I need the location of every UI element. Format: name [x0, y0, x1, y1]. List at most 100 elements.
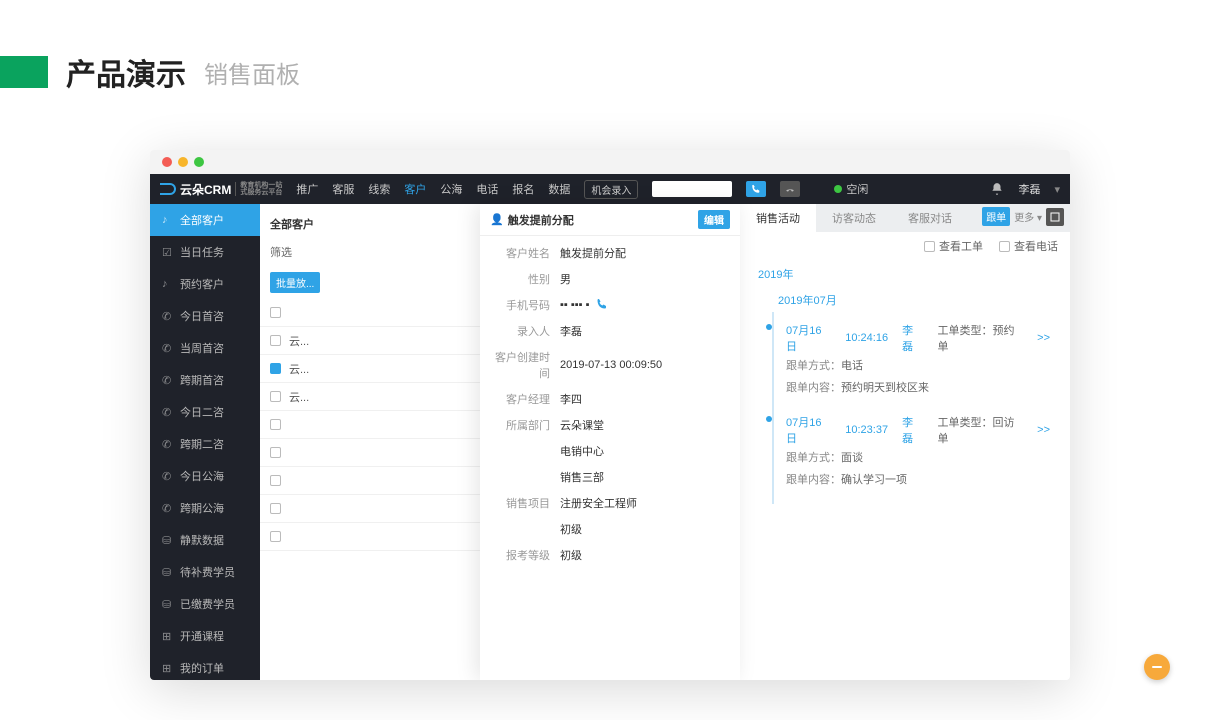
browser-window: 云朵CRM 教育机构一站式服务云平台 推广客服线索客户公海电话报名数据 机会录入… [150, 150, 1070, 680]
nav-item[interactable]: 数据 [548, 181, 570, 197]
status-indicator[interactable]: 空闲 [834, 181, 868, 197]
logo-icon [160, 183, 176, 195]
table-row[interactable] [260, 439, 480, 467]
row-checkbox[interactable] [270, 447, 281, 458]
card-expand-button[interactable]: >> [1037, 424, 1050, 436]
table-row[interactable] [260, 523, 480, 551]
sidebar-item[interactable]: ⛁待补费学员 [150, 556, 260, 588]
detail-value: 2019-07-13 00:09:50 [560, 349, 730, 381]
filter-ticket[interactable]: 查看工单 [924, 238, 983, 254]
bell-icon[interactable] [990, 182, 1004, 196]
sidebar-item[interactable]: ⛁静默数据 [150, 524, 260, 556]
slide-title: 产品演示 [66, 50, 186, 94]
nav-item[interactable]: 电话 [476, 181, 498, 197]
row-checkbox[interactable] [270, 363, 281, 374]
card-expand-button[interactable]: >> [1037, 332, 1050, 344]
sidebar-item[interactable]: ✆今日首咨 [150, 300, 260, 332]
maximize-icon[interactable] [194, 157, 204, 167]
detail-value: ▪▪ ▪▪▪ ▪ [560, 297, 730, 313]
sidebar-item[interactable]: ✆当周首咨 [150, 332, 260, 364]
list-filter-label[interactable]: 筛选 [260, 238, 480, 266]
detail-value: 注册安全工程师 [560, 495, 730, 511]
search-input[interactable] [652, 181, 732, 197]
call-button[interactable] [746, 181, 766, 197]
table-row[interactable] [260, 495, 480, 523]
opportunity-button[interactable]: 机会录入 [584, 180, 638, 199]
nav-item[interactable]: 公海 [440, 181, 462, 197]
activity-tab[interactable]: 访客动态 [816, 204, 892, 232]
activity-card: 07月16日10:24:16李磊工单类型：预约单>>跟单方式：电话跟单内容：预约… [786, 316, 1050, 408]
table-row[interactable]: 云... [260, 327, 480, 355]
table-row[interactable] [260, 411, 480, 439]
row-checkbox[interactable] [270, 475, 281, 486]
nav-item[interactable]: 线索 [368, 181, 390, 197]
sidebar-item[interactable]: ✆跨期公海 [150, 492, 260, 524]
user-dropdown-icon[interactable]: ▾ [1054, 183, 1060, 196]
customer-detail-panel: 👤 触发提前分配 编辑 客户姓名触发提前分配性别男手机号码▪▪ ▪▪▪ ▪录入人… [480, 204, 740, 680]
sidebar-item-icon: ✆ [162, 470, 174, 483]
nav-items: 推广客服线索客户公海电话报名数据 [296, 181, 570, 197]
sidebar-item-icon: ☑ [162, 246, 174, 259]
accent-bar [0, 56, 48, 88]
hangup-button[interactable] [780, 181, 800, 197]
edit-button[interactable]: 编辑 [698, 210, 730, 229]
sidebar-item[interactable]: ☑当日任务 [150, 236, 260, 268]
activity-tab[interactable]: 客服对话 [892, 204, 968, 232]
detail-row: 电销中心 [490, 438, 730, 464]
batch-button[interactable]: 批量放... [270, 272, 320, 293]
more-button[interactable]: 更多 ▾ [1014, 209, 1042, 224]
logo[interactable]: 云朵CRM 教育机构一站式服务云平台 [160, 181, 282, 198]
sidebar-item[interactable]: ✆今日公海 [150, 460, 260, 492]
fab-minus-button[interactable] [1144, 654, 1170, 680]
timeline: 07月16日10:24:16李磊工单类型：预约单>>跟单方式：电话跟单内容：预约… [740, 312, 1070, 504]
filter-call[interactable]: 查看电话 [999, 238, 1058, 254]
detail-value: 李四 [560, 391, 730, 407]
minimize-icon[interactable] [178, 157, 188, 167]
card-type: 工单类型：回访单 [937, 414, 1023, 446]
row-checkbox[interactable] [270, 503, 281, 514]
close-icon[interactable] [162, 157, 172, 167]
nav-item[interactable]: 报名 [512, 181, 534, 197]
card-head: 07月16日10:23:37李磊工单类型：回访单>> [786, 414, 1050, 446]
activity-panel: 销售活动访客动态客服对话 跟单 更多 ▾ 查看工单 查看电话 [740, 204, 1070, 680]
detail-value: 触发提前分配 [560, 245, 730, 261]
activity-tabs: 销售活动访客动态客服对话 跟单 更多 ▾ [740, 204, 1070, 232]
track-button[interactable]: 跟单 [982, 207, 1010, 226]
detail-value: 云朵课堂 [560, 417, 730, 433]
row-checkbox[interactable] [270, 335, 281, 346]
user-name[interactable]: 李磊 [1018, 181, 1040, 197]
detail-key [490, 469, 560, 485]
sidebar-item[interactable]: ⊞开通课程 [150, 620, 260, 652]
timeline-dot-icon [766, 324, 772, 330]
card-time: 10:23:37 [845, 424, 888, 436]
sidebar-item[interactable]: ♪预约客户 [150, 268, 260, 300]
table-row[interactable]: 云... [260, 355, 480, 383]
sidebar-item-label: 跨期公海 [180, 500, 224, 516]
sidebar-item[interactable]: ⛁已缴费学员 [150, 588, 260, 620]
card-head: 07月16日10:24:16李磊工单类型：预约单>> [786, 322, 1050, 354]
row-checkbox[interactable] [270, 531, 281, 542]
card-line: 跟单方式：电话 [786, 354, 1050, 376]
sidebar-item[interactable]: ⊞我的订单 [150, 652, 260, 680]
sidebar-item[interactable]: ✆跨期首咨 [150, 364, 260, 396]
row-checkbox[interactable] [270, 419, 281, 430]
sidebar-head[interactable]: ♪ 全部客户 [150, 204, 260, 236]
nav-item[interactable]: 客户 [404, 181, 426, 197]
activity-tab[interactable]: 销售活动 [740, 204, 816, 232]
select-all-checkbox[interactable] [270, 307, 281, 318]
table-row[interactable] [260, 467, 480, 495]
table-row[interactable]: 云... [260, 383, 480, 411]
card-type: 工单类型：预约单 [937, 322, 1023, 354]
detail-value: 初级 [560, 547, 730, 563]
row-checkbox[interactable] [270, 391, 281, 402]
expand-button[interactable] [1046, 208, 1064, 226]
sidebar-item[interactable]: ✆今日二咨 [150, 396, 260, 428]
status-dot-icon [834, 185, 842, 193]
sidebar-item[interactable]: ✆跨期二咨 [150, 428, 260, 460]
card-line: 跟单内容：预约明天到校区来 [786, 376, 1050, 398]
nav-item[interactable]: 客服 [332, 181, 354, 197]
sidebar-item-label: 预约客户 [180, 276, 224, 292]
nav-item[interactable]: 推广 [296, 181, 318, 197]
sidebar-item-icon: ✆ [162, 310, 174, 323]
phone-icon[interactable] [596, 298, 608, 313]
